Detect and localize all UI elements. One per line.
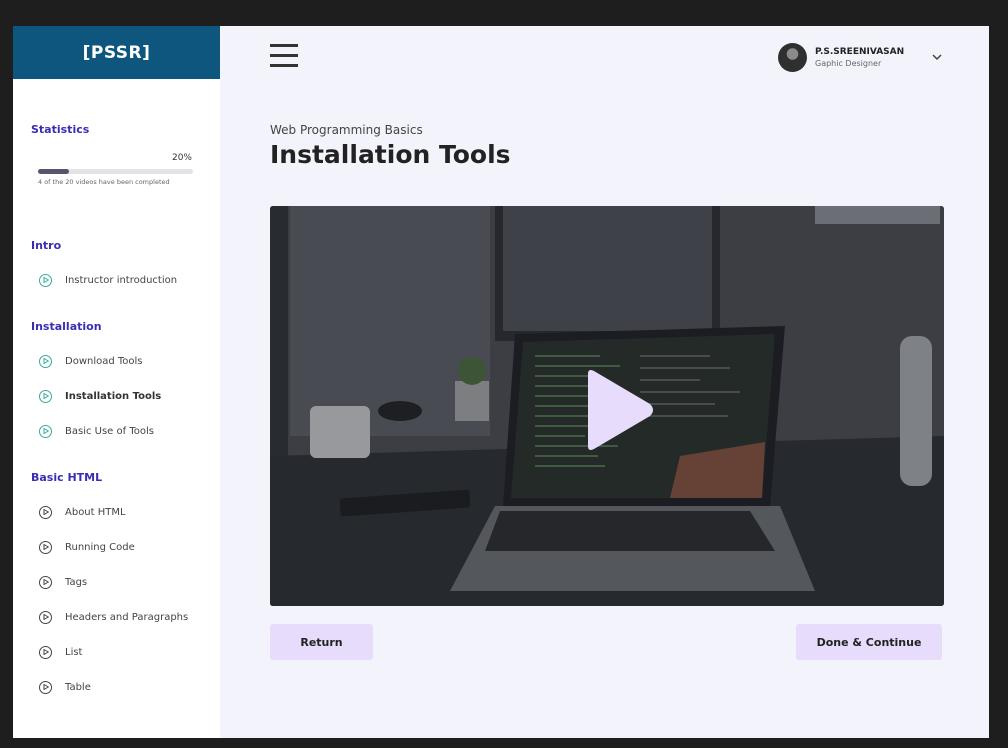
hamburger-menu-icon[interactable] [270,42,298,68]
sidebar: [PSSR] Statistics 20% 4 of the 20 videos… [13,26,220,738]
sidebar-lesson-item[interactable]: List [39,642,214,662]
user-menu[interactable]: P.S.SREENIVASAN Gaphic Designer [778,42,943,72]
progress-bar-fill [38,169,69,174]
sidebar-lesson-label: Instructor introduction [65,274,178,286]
logo-text: [PSSR] [82,42,151,63]
app-window: [PSSR] Statistics 20% 4 of the 20 videos… [13,26,989,738]
page-title: Installation Tools [270,140,511,169]
sidebar-lesson-item[interactable]: Headers and Paragraphs [39,607,214,627]
progress-bar [38,169,193,174]
play-circle-icon [39,273,52,287]
play-circle-icon [39,505,52,519]
play-circle-icon [39,610,52,624]
sidebar-lesson-label: Basic Use of Tools [65,425,154,437]
play-circle-icon [39,645,52,659]
sidebar-lesson-item[interactable]: Tags [39,572,214,592]
section-title: Intro [31,239,62,252]
sidebar-lesson-item[interactable]: Basic Use of Tools [39,421,214,441]
sidebar-lesson-label: Tags [65,576,88,588]
sidebar-lesson-label: Table [65,681,91,693]
chevron-down-icon[interactable] [931,51,943,63]
sidebar-lesson-label: Running Code [65,541,135,553]
user-name: P.S.SREENIVASAN [815,46,905,57]
play-circle-icon [39,424,52,438]
sidebar-lesson-item[interactable]: Download Tools [39,351,214,371]
play-circle-icon [39,575,52,589]
sidebar-lesson-label: Installation Tools [65,390,162,402]
progress-note: 4 of the 20 videos have been completed [38,178,170,186]
sidebar-lesson-label: Download Tools [65,355,143,367]
sidebar-lesson-item[interactable]: Table [39,677,214,697]
avatar [778,42,807,72]
progress-percent: 20% [171,153,192,163]
sidebar-lesson-item[interactable]: Instructor introduction [39,270,214,290]
statistics-title: Statistics [31,123,90,136]
return-button[interactable]: Return [270,624,373,660]
user-role: Gaphic Designer [815,58,882,68]
play-circle-icon [39,680,52,694]
done-continue-button[interactable]: Done & Continue [796,624,942,660]
play-icon[interactable] [580,368,656,452]
play-circle-icon [39,389,52,403]
course-name: Web Programming Basics [270,123,423,137]
section-title: Basic HTML [31,471,103,484]
sidebar-lesson-item[interactable]: About HTML [39,502,214,522]
logo[interactable]: [PSSR] [13,26,220,79]
sidebar-lesson-label: About HTML [65,506,126,518]
sidebar-lesson-item[interactable]: Installation Tools [39,386,214,406]
play-circle-icon [39,540,52,554]
sidebar-lesson-label: Headers and Paragraphs [65,611,189,623]
sidebar-lesson-item[interactable]: Running Code [39,537,214,557]
sidebar-lesson-label: List [65,646,83,658]
section-title: Installation [31,320,102,333]
play-circle-icon [39,354,52,368]
video-player[interactable] [270,206,944,606]
